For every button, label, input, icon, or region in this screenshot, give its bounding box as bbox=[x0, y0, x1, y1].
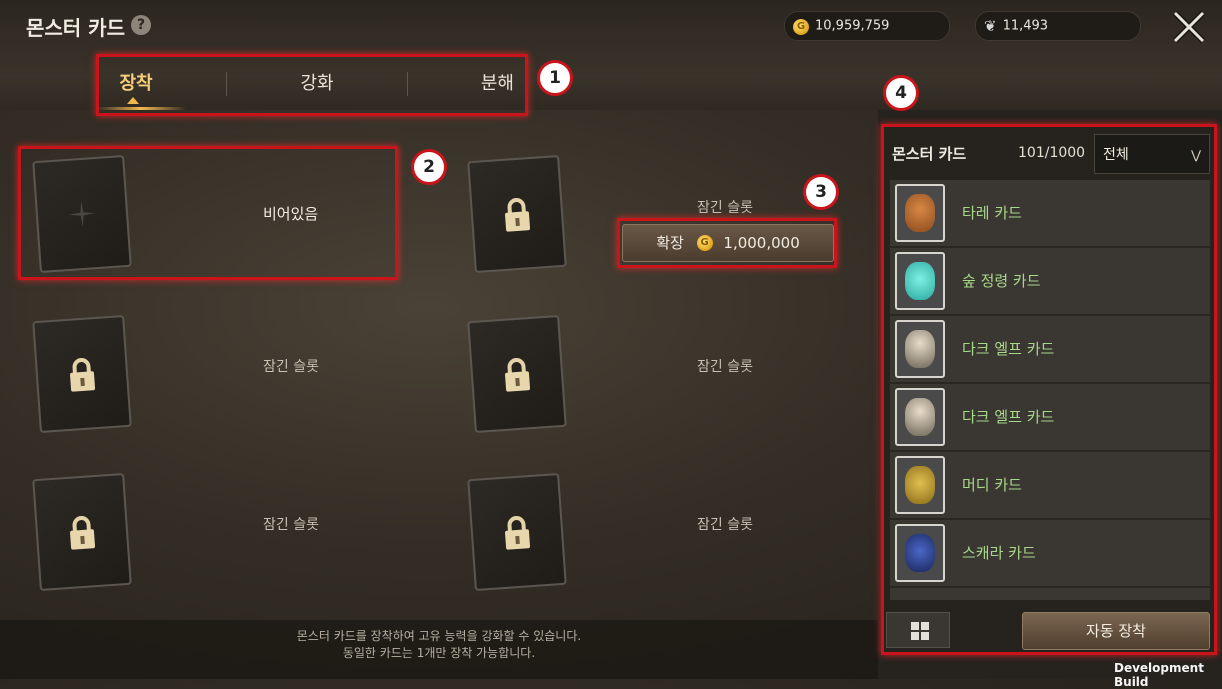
card-slot-4[interactable] bbox=[467, 314, 567, 434]
notice-line-2: 동일한 카드는 1개만 장착 가능합니다. bbox=[342, 646, 536, 660]
card-name: 타레 카드 bbox=[962, 204, 1022, 222]
help-icon[interactable]: ? bbox=[131, 15, 151, 35]
slot-5-label: 잠긴 슬롯 bbox=[263, 517, 319, 533]
expand-label: 확장 bbox=[656, 234, 684, 252]
lock-icon bbox=[505, 358, 531, 392]
card-slot-1[interactable] bbox=[32, 154, 132, 274]
tare-card-icon bbox=[895, 184, 945, 242]
slot-3-label: 잠긴 슬롯 bbox=[263, 359, 319, 375]
annotation-badge-2: 2 bbox=[411, 149, 447, 185]
grid-icon bbox=[911, 622, 919, 630]
lock-icon bbox=[505, 516, 531, 550]
list-item[interactable]: 스캐라 카드 bbox=[890, 520, 1210, 588]
annotation-badge-1: 1 bbox=[537, 60, 573, 96]
slot-4-label: 잠긴 슬롯 bbox=[697, 359, 753, 375]
expand-cost: 1,000,000 bbox=[723, 234, 800, 252]
dark-elf-card-icon bbox=[895, 320, 945, 378]
slot-1-label: 비어있음 bbox=[263, 205, 319, 223]
card-list[interactable]: 타레 카드 숲 정령 카드 다크 엘프 카드 다크 엘프 카드 머디 카드 스캐… bbox=[890, 180, 1210, 600]
notice-line-1: 몬스터 카드를 장착하여 고유 능력을 강화할 수 있습니다. bbox=[296, 629, 582, 643]
card-name: 머디 카드 bbox=[962, 476, 1022, 494]
slot-6-label: 잠긴 슬롯 bbox=[697, 517, 753, 533]
forest-spirit-card-icon bbox=[895, 252, 945, 310]
notice-text: 몬스터 카드를 장착하여 고유 능력을 강화할 수 있습니다. 동일한 카드는 … bbox=[0, 628, 878, 662]
card-name: 숲 정령 카드 bbox=[962, 272, 1041, 290]
active-tab-underline bbox=[96, 107, 186, 110]
active-tab-arrow-icon bbox=[127, 97, 139, 104]
gold-coin-icon: G bbox=[793, 12, 809, 40]
annotation-badge-4: 4 bbox=[883, 75, 919, 111]
card-slot-6[interactable] bbox=[467, 472, 567, 592]
muddy-card-icon bbox=[895, 456, 945, 514]
gold-currency: G 10,959,759 bbox=[784, 11, 950, 41]
page-title: 몬스터 카드 bbox=[26, 16, 125, 40]
list-item[interactable]: 다크 엘프 카드 bbox=[890, 384, 1210, 452]
gold-amount: 10,959,759 bbox=[815, 18, 890, 34]
expand-slot-button[interactable]: 확장 G 1,000,000 bbox=[622, 224, 834, 262]
wing-icon: ❦ bbox=[984, 17, 997, 35]
close-button[interactable] bbox=[1170, 8, 1208, 46]
list-item[interactable]: 타레 카드 bbox=[890, 180, 1210, 248]
card-slot-3[interactable] bbox=[32, 314, 132, 434]
filter-dropdown[interactable]: 전체 ⋁ bbox=[1094, 134, 1210, 174]
lock-icon bbox=[70, 516, 96, 550]
filter-value: 전체 bbox=[1103, 147, 1129, 163]
tab-equip[interactable]: 장착 bbox=[96, 55, 176, 113]
gold-coin-icon: G bbox=[696, 234, 713, 251]
dark-elf-card-icon bbox=[895, 388, 945, 446]
lock-icon bbox=[70, 358, 96, 392]
tab-disassemble[interactable]: 분해 bbox=[408, 55, 526, 113]
gem-amount: 11,493 bbox=[1002, 18, 1049, 34]
list-item[interactable]: 숲 정령 카드 bbox=[890, 248, 1210, 316]
lock-icon bbox=[505, 198, 531, 232]
list-item[interactable]: 머디 카드 bbox=[890, 452, 1210, 520]
tab-bar: 장착 강화 분해 bbox=[96, 55, 526, 113]
list-item[interactable]: 다크 엘프 카드 bbox=[890, 316, 1210, 384]
card-name: 다크 엘프 카드 bbox=[962, 408, 1055, 426]
gem-currency: ❦ 11,493 bbox=[975, 11, 1141, 41]
annotation-badge-3: 3 bbox=[803, 174, 839, 210]
grid-view-button[interactable] bbox=[886, 612, 950, 648]
scara-card-icon bbox=[895, 524, 945, 582]
card-name: 스캐라 카드 bbox=[962, 544, 1036, 562]
close-icon bbox=[1172, 10, 1206, 44]
panel-title: 몬스터 카드 bbox=[892, 145, 967, 163]
sparkle-icon bbox=[69, 201, 95, 227]
tab-enhance[interactable]: 강화 bbox=[227, 55, 407, 113]
card-name: 다크 엘프 카드 bbox=[962, 340, 1055, 358]
card-count: 101/1000 bbox=[1018, 145, 1086, 161]
card-slot-5[interactable] bbox=[32, 472, 132, 592]
chevron-down-icon: ⋁ bbox=[1191, 148, 1201, 162]
card-slot-2[interactable] bbox=[467, 154, 567, 274]
dev-build-label: Development Build bbox=[1114, 661, 1204, 689]
auto-equip-button[interactable]: 자동 장착 bbox=[1022, 612, 1210, 650]
slot-2-label: 잠긴 슬롯 bbox=[697, 200, 753, 216]
list-item[interactable] bbox=[890, 588, 1210, 600]
